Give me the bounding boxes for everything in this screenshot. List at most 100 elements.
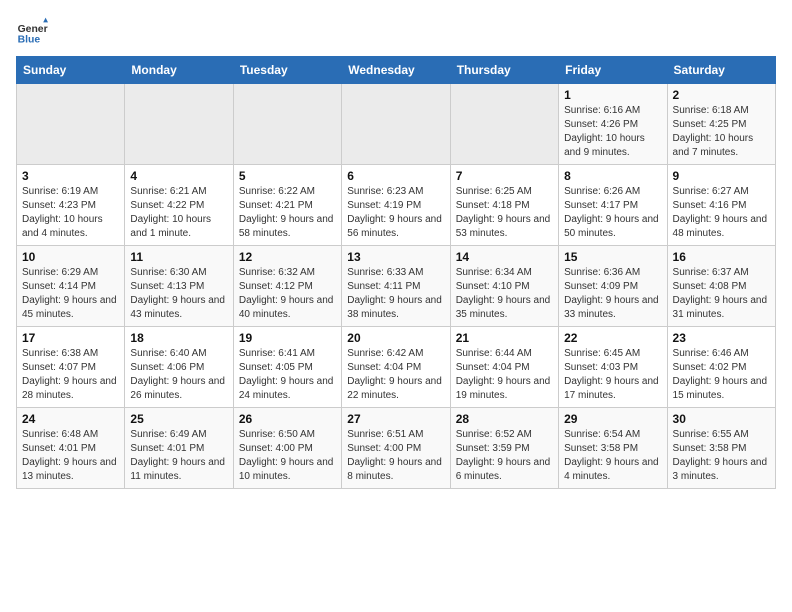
day-info: Sunrise: 6:30 AM Sunset: 4:13 PM Dayligh… — [130, 266, 227, 322]
calendar-day-cell: 14 Sunrise: 6:34 AM Sunset: 4:10 PM Dayli… — [450, 246, 558, 327]
calendar-week-row: 24 Sunrise: 6:48 AM Sunset: 4:01 PM Dayli… — [17, 408, 776, 489]
day-number: 20 — [347, 331, 444, 345]
calendar-day-cell: 19 Sunrise: 6:41 AM Sunset: 4:05 PM Dayli… — [233, 327, 341, 408]
weekday-header: Monday — [125, 57, 233, 84]
day-info: Sunrise: 6:48 AM Sunset: 4:01 PM Dayligh… — [22, 428, 119, 484]
day-number: 24 — [22, 412, 119, 426]
weekday-header: Friday — [559, 57, 667, 84]
day-number: 28 — [456, 412, 553, 426]
calendar-day-cell: 12 Sunrise: 6:32 AM Sunset: 4:12 PM Dayli… — [233, 246, 341, 327]
day-info: Sunrise: 6:41 AM Sunset: 4:05 PM Dayligh… — [239, 347, 336, 403]
day-info: Sunrise: 6:29 AM Sunset: 4:14 PM Dayligh… — [22, 266, 119, 322]
day-number: 1 — [564, 88, 661, 102]
day-info: Sunrise: 6:34 AM Sunset: 4:10 PM Dayligh… — [456, 266, 553, 322]
day-info: Sunrise: 6:54 AM Sunset: 3:58 PM Dayligh… — [564, 428, 661, 484]
calendar-day-cell: 26 Sunrise: 6:50 AM Sunset: 4:00 PM Dayli… — [233, 408, 341, 489]
logo: General Blue — [16, 16, 48, 48]
day-number: 3 — [22, 169, 119, 183]
calendar-day-cell: 13 Sunrise: 6:33 AM Sunset: 4:11 PM Dayli… — [342, 246, 450, 327]
day-number: 26 — [239, 412, 336, 426]
calendar-day-cell: 23 Sunrise: 6:46 AM Sunset: 4:02 PM Dayli… — [667, 327, 775, 408]
weekday-header: Tuesday — [233, 57, 341, 84]
day-number: 17 — [22, 331, 119, 345]
day-info: Sunrise: 6:42 AM Sunset: 4:04 PM Dayligh… — [347, 347, 444, 403]
day-number: 2 — [673, 88, 770, 102]
day-info: Sunrise: 6:18 AM Sunset: 4:25 PM Dayligh… — [673, 104, 770, 160]
day-info: Sunrise: 6:49 AM Sunset: 4:01 PM Dayligh… — [130, 428, 227, 484]
calendar-day-cell — [233, 84, 341, 165]
calendar-day-cell: 25 Sunrise: 6:49 AM Sunset: 4:01 PM Dayli… — [125, 408, 233, 489]
calendar-week-row: 3Sunrise: 6:19 AM Sunset: 4:23 PM Daylig… — [17, 165, 776, 246]
day-info: Sunrise: 6:22 AM Sunset: 4:21 PM Dayligh… — [239, 185, 336, 241]
day-info: Sunrise: 6:33 AM Sunset: 4:11 PM Dayligh… — [347, 266, 444, 322]
day-number: 4 — [130, 169, 227, 183]
calendar-day-cell — [17, 84, 125, 165]
calendar-day-cell: 15 Sunrise: 6:36 AM Sunset: 4:09 PM Dayli… — [559, 246, 667, 327]
day-info: Sunrise: 6:27 AM Sunset: 4:16 PM Dayligh… — [673, 185, 770, 241]
day-number: 5 — [239, 169, 336, 183]
calendar-day-cell: 7 Sunrise: 6:25 AM Sunset: 4:18 PM Daylig… — [450, 165, 558, 246]
day-info: Sunrise: 6:36 AM Sunset: 4:09 PM Dayligh… — [564, 266, 661, 322]
calendar-day-cell: 17 Sunrise: 6:38 AM Sunset: 4:07 PM Dayli… — [17, 327, 125, 408]
calendar-week-row: 10 Sunrise: 6:29 AM Sunset: 4:14 PM Dayli… — [17, 246, 776, 327]
day-info: Sunrise: 6:21 AM Sunset: 4:22 PM Dayligh… — [130, 185, 227, 241]
day-number: 7 — [456, 169, 553, 183]
day-number: 16 — [673, 250, 770, 264]
calendar-day-cell: 6Sunrise: 6:23 AM Sunset: 4:19 PM Daylig… — [342, 165, 450, 246]
day-info: Sunrise: 6:25 AM Sunset: 4:18 PM Dayligh… — [456, 185, 553, 241]
calendar-day-cell: 16Sunrise: 6:37 AM Sunset: 4:08 PM Dayli… — [667, 246, 775, 327]
svg-text:General: General — [18, 24, 48, 35]
logo-icon: General Blue — [16, 16, 48, 48]
calendar-table: SundayMondayTuesdayWednesdayThursdayFrid… — [16, 56, 776, 489]
calendar-day-cell: 22 Sunrise: 6:45 AM Sunset: 4:03 PM Dayli… — [559, 327, 667, 408]
weekday-header-row: SundayMondayTuesdayWednesdayThursdayFrid… — [17, 57, 776, 84]
calendar-day-cell: 27 Sunrise: 6:51 AM Sunset: 4:00 PM Dayli… — [342, 408, 450, 489]
day-info: Sunrise: 6:32 AM Sunset: 4:12 PM Dayligh… — [239, 266, 336, 322]
day-number: 27 — [347, 412, 444, 426]
day-number: 13 — [347, 250, 444, 264]
day-number: 23 — [673, 331, 770, 345]
day-number: 30 — [673, 412, 770, 426]
day-info: Sunrise: 6:52 AM Sunset: 3:59 PM Dayligh… — [456, 428, 553, 484]
day-number: 18 — [130, 331, 227, 345]
day-number: 11 — [130, 250, 227, 264]
day-number: 29 — [564, 412, 661, 426]
calendar-day-cell — [125, 84, 233, 165]
day-info: Sunrise: 6:45 AM Sunset: 4:03 PM Dayligh… — [564, 347, 661, 403]
day-number: 25 — [130, 412, 227, 426]
calendar-day-cell: 24 Sunrise: 6:48 AM Sunset: 4:01 PM Dayli… — [17, 408, 125, 489]
weekday-header: Sunday — [17, 57, 125, 84]
calendar-day-cell: 30Sunrise: 6:55 AM Sunset: 3:58 PM Dayli… — [667, 408, 775, 489]
day-info: Sunrise: 6:38 AM Sunset: 4:07 PM Dayligh… — [22, 347, 119, 403]
calendar-day-cell: 3Sunrise: 6:19 AM Sunset: 4:23 PM Daylig… — [17, 165, 125, 246]
calendar-day-cell: 20 Sunrise: 6:42 AM Sunset: 4:04 PM Dayli… — [342, 327, 450, 408]
calendar-day-cell: 4 Sunrise: 6:21 AM Sunset: 4:22 PM Daylig… — [125, 165, 233, 246]
day-info: Sunrise: 6:51 AM Sunset: 4:00 PM Dayligh… — [347, 428, 444, 484]
calendar-day-cell: 8 Sunrise: 6:26 AM Sunset: 4:17 PM Daylig… — [559, 165, 667, 246]
day-info: Sunrise: 6:46 AM Sunset: 4:02 PM Dayligh… — [673, 347, 770, 403]
day-number: 19 — [239, 331, 336, 345]
weekday-header: Saturday — [667, 57, 775, 84]
day-number: 9 — [673, 169, 770, 183]
day-number: 21 — [456, 331, 553, 345]
calendar-day-cell: 28 Sunrise: 6:52 AM Sunset: 3:59 PM Dayli… — [450, 408, 558, 489]
svg-text:Blue: Blue — [18, 34, 41, 45]
calendar-week-row: 1Sunrise: 6:16 AM Sunset: 4:26 PM Daylig… — [17, 84, 776, 165]
day-info: Sunrise: 6:50 AM Sunset: 4:00 PM Dayligh… — [239, 428, 336, 484]
calendar-day-cell: 18 Sunrise: 6:40 AM Sunset: 4:06 PM Dayli… — [125, 327, 233, 408]
calendar-day-cell: 1Sunrise: 6:16 AM Sunset: 4:26 PM Daylig… — [559, 84, 667, 165]
calendar-week-row: 17 Sunrise: 6:38 AM Sunset: 4:07 PM Dayli… — [17, 327, 776, 408]
day-number: 8 — [564, 169, 661, 183]
day-number: 14 — [456, 250, 553, 264]
calendar-day-cell: 2 Sunrise: 6:18 AM Sunset: 4:25 PM Daylig… — [667, 84, 775, 165]
calendar-day-cell: 9 Sunrise: 6:27 AM Sunset: 4:16 PM Daylig… — [667, 165, 775, 246]
day-number: 12 — [239, 250, 336, 264]
calendar-day-cell — [450, 84, 558, 165]
day-number: 15 — [564, 250, 661, 264]
page-header: General Blue — [16, 16, 776, 48]
day-number: 10 — [22, 250, 119, 264]
day-info: Sunrise: 6:26 AM Sunset: 4:17 PM Dayligh… — [564, 185, 661, 241]
calendar-day-cell: 29 Sunrise: 6:54 AM Sunset: 3:58 PM Dayli… — [559, 408, 667, 489]
day-info: Sunrise: 6:40 AM Sunset: 4:06 PM Dayligh… — [130, 347, 227, 403]
day-number: 22 — [564, 331, 661, 345]
